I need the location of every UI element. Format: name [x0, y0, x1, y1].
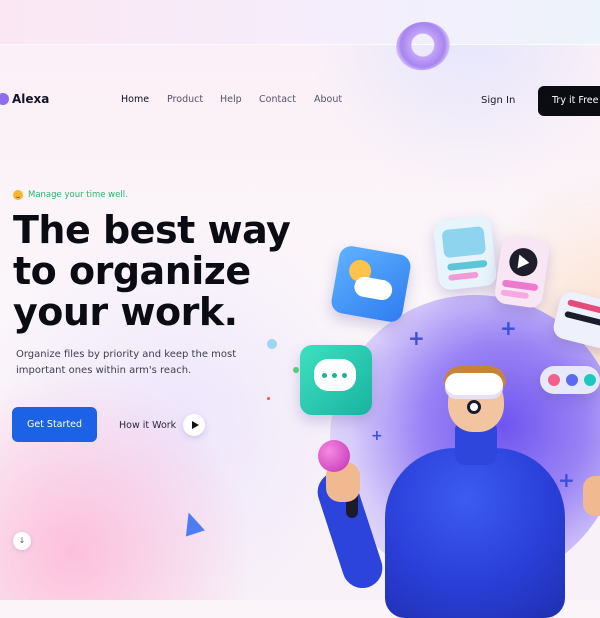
description-line: important ones within arm's reach.	[16, 365, 192, 376]
plus-decoration: +	[408, 326, 425, 350]
description-line: Organize files by priority and keep the …	[16, 349, 237, 360]
hero-headline: The best way to organize your work.	[13, 210, 313, 333]
scroll-down-icon[interactable]: ↓	[13, 532, 31, 550]
nav-contact[interactable]: Contact	[259, 94, 296, 105]
microphone-icon	[318, 440, 350, 472]
try-free-button[interactable]: Try it Free	[538, 86, 600, 116]
plus-decoration: +	[558, 468, 575, 492]
tagline-text: Manage your time well.	[28, 190, 128, 200]
get-started-button[interactable]: Get Started	[12, 407, 97, 442]
toggle-pill	[540, 366, 600, 394]
decor-dot	[267, 339, 277, 349]
tagline: Manage your time well.	[13, 190, 128, 200]
nav-product[interactable]: Product	[167, 94, 203, 105]
nav-home[interactable]: Home	[121, 94, 149, 105]
headline-line: The best way	[13, 208, 291, 252]
decor-dot	[267, 397, 270, 400]
play-icon	[183, 414, 206, 436]
chat-icon	[300, 345, 372, 415]
plus-decoration: +	[371, 428, 383, 444]
hero-description: Organize files by priority and keep the …	[16, 347, 276, 379]
sign-in-link[interactable]: Sign In	[481, 95, 515, 106]
person-right-hand	[583, 476, 600, 516]
nav-about[interactable]: About	[314, 94, 342, 105]
how-it-works-button[interactable]: How it Work	[119, 414, 206, 436]
vr-headset-icon	[445, 373, 503, 399]
top-banner-strip	[0, 0, 600, 45]
person-body	[385, 448, 565, 618]
decor-dot	[293, 367, 299, 373]
smile-icon	[13, 190, 23, 200]
plus-decoration: +	[500, 316, 517, 340]
nav-help[interactable]: Help	[220, 94, 242, 105]
video-icon	[493, 234, 551, 310]
how-it-works-label: How it Work	[119, 419, 177, 431]
headline-line: your work.	[13, 290, 238, 334]
vr-lens	[467, 400, 481, 414]
weather-icon	[329, 244, 413, 324]
image-icon	[432, 215, 498, 291]
headline-line: to organize	[13, 249, 251, 293]
